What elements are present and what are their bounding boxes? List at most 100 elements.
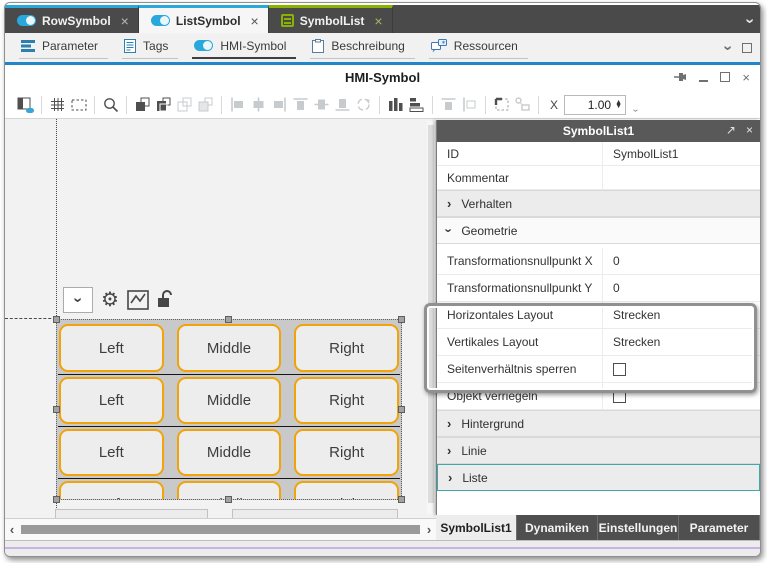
tab-ressourcen[interactable]: ✶ Ressourcen [429,37,528,59]
property-value[interactable] [602,166,760,189]
panel-bottom-tabs: SymbolList1 Dynamiken Einstellungen Para… [436,515,760,540]
selection-handle-nw[interactable] [53,316,60,323]
parameter-bars-icon [21,40,35,52]
scrollbar-thumb[interactable] [21,525,420,534]
symbol-button[interactable]: Left [59,324,164,372]
section-linie[interactable]: Linie [437,437,760,464]
property-value[interactable]: Strecken [602,329,760,355]
property-value[interactable]: Strecken [602,302,760,328]
marquee-select-icon[interactable] [491,95,512,115]
section-geometrie[interactable]: Geometrie [437,217,760,244]
close-icon[interactable] [746,123,753,137]
align-right-icon[interactable] [269,95,290,115]
property-value[interactable]: 0 [602,248,760,274]
tab-overflow-chevron-icon[interactable] [747,12,752,30]
close-icon[interactable] [121,14,129,28]
close-icon[interactable] [374,14,382,28]
align-middle-horizontal-icon[interactable] [311,95,332,115]
toggle-properties-icon[interactable] [15,95,36,115]
symbol-button[interactable]: Left [59,481,164,499]
document-tab-rowsymbol[interactable]: RowSymbol [5,5,139,33]
symbol-button[interactable]: Right [294,377,399,424]
match-height-icon[interactable] [459,95,480,115]
lock-aspect-ratio-checkbox[interactable] [613,363,626,376]
tab-tags[interactable]: Tags [122,37,178,59]
distribute-horizontal-icon[interactable] [385,95,406,115]
maximize-icon[interactable] [720,72,730,82]
close-icon[interactable] [251,14,259,28]
tab-parameter-bottom[interactable]: Parameter [679,515,760,540]
tab-hmi-symbol[interactable]: HMI-Symbol [192,37,296,59]
canvas-horizontal-scrollbar[interactable]: ‹ › [5,518,436,540]
close-icon[interactable] [742,71,750,84]
dynamics-trend-icon[interactable] [127,290,149,310]
match-width-icon[interactable] [438,95,459,115]
lock-object-checkbox[interactable] [613,390,626,403]
symbol-button[interactable]: Right [294,481,399,499]
selection-handle-s[interactable] [225,496,232,503]
tab-dynamiken[interactable]: Dynamiken [517,515,598,540]
selection-frame-icon[interactable] [68,95,89,115]
selection-handle-sw[interactable] [53,496,60,503]
section-liste[interactable]: Liste [437,464,760,491]
zoom-icon[interactable] [100,95,121,115]
scroll-left-arrow-icon[interactable]: ‹ [5,522,19,537]
rotate-icon[interactable] [353,95,374,115]
minimize-icon[interactable] [699,80,708,82]
group-icon[interactable] [512,95,533,115]
symbol-button[interactable]: Right [294,429,399,476]
maximize-panel-icon[interactable] [742,43,752,53]
bring-forward-icon[interactable] [153,95,174,115]
align-left-icon[interactable] [227,95,248,115]
scroll-right-arrow-icon[interactable]: › [422,522,436,537]
scrollbar-thumb[interactable] [428,125,434,503]
section-verhalten[interactable]: Verhalten [437,190,760,217]
section-label: Verhalten [461,197,512,211]
design-canvas[interactable]: ⚙ Left Middle Right [5,119,436,518]
symbol-button[interactable]: Left [59,429,164,476]
selection-handle-ne[interactable] [398,316,405,323]
selection-handle-e[interactable] [398,406,405,413]
align-bottom-icon[interactable] [332,95,353,115]
symbol-button[interactable]: Middle [177,377,282,424]
svg-text:✶: ✶ [441,40,446,47]
tab-einstellungen[interactable]: Einstellungen [598,515,679,540]
selection-handle-se[interactable] [398,496,405,503]
editor-toolbar: X 1.00 ▲▼ [5,91,760,119]
selected-symbol-list[interactable]: Left Middle Right Left Middle Right Left… [56,319,402,500]
property-value[interactable]: 0 [602,275,760,301]
property-value[interactable]: SymbolList1 [602,142,760,165]
symbol-button[interactable]: Middle [177,324,282,372]
bring-to-front-icon[interactable] [132,95,153,115]
tab-symbollist1[interactable]: SymbolList1 [436,515,517,540]
document-tab-symbollist[interactable]: SymbolList [269,5,393,33]
chevron-down-icon[interactable] [725,39,730,57]
pop-out-icon[interactable] [726,123,736,137]
nav-right-controls [725,39,752,57]
selection-handle-n[interactable] [225,316,232,323]
symbol-button[interactable]: Right [294,324,399,372]
gear-icon[interactable]: ⚙ [101,290,119,310]
canvas-vertical-scrollbar[interactable] [427,121,435,514]
zoom-factor-spinner[interactable]: 1.00 ▲▼ [564,95,626,115]
object-dropdown[interactable] [63,287,93,313]
tab-parameter[interactable]: Parameter [19,37,108,59]
tab-beschreibung[interactable]: Beschreibung [310,37,414,59]
symbol-row: Left Middle Right [58,426,400,478]
section-hintergrund[interactable]: Hintergrund [437,410,760,437]
grid-icon[interactable] [47,95,68,115]
distribute-vertical-icon[interactable] [406,95,427,115]
document-tab-listsymbol[interactable]: ListSymbol [139,5,269,33]
symbol-button[interactable]: Left [59,377,164,424]
toolbar-overflow-chevron-icon[interactable] [634,105,637,118]
symbol-button[interactable]: Middle [177,429,282,476]
selection-handle-w[interactable] [53,406,60,413]
unlock-icon[interactable] [157,289,175,311]
property-label: Transformationsnullpunkt Y [437,281,602,295]
align-center-vertical-icon[interactable] [248,95,269,115]
send-backward-icon[interactable] [174,95,195,115]
align-top-icon[interactable] [290,95,311,115]
spinner-arrows-icon[interactable]: ▲▼ [615,101,622,109]
send-to-back-icon[interactable] [195,95,216,115]
pin-icon[interactable] [673,70,687,84]
